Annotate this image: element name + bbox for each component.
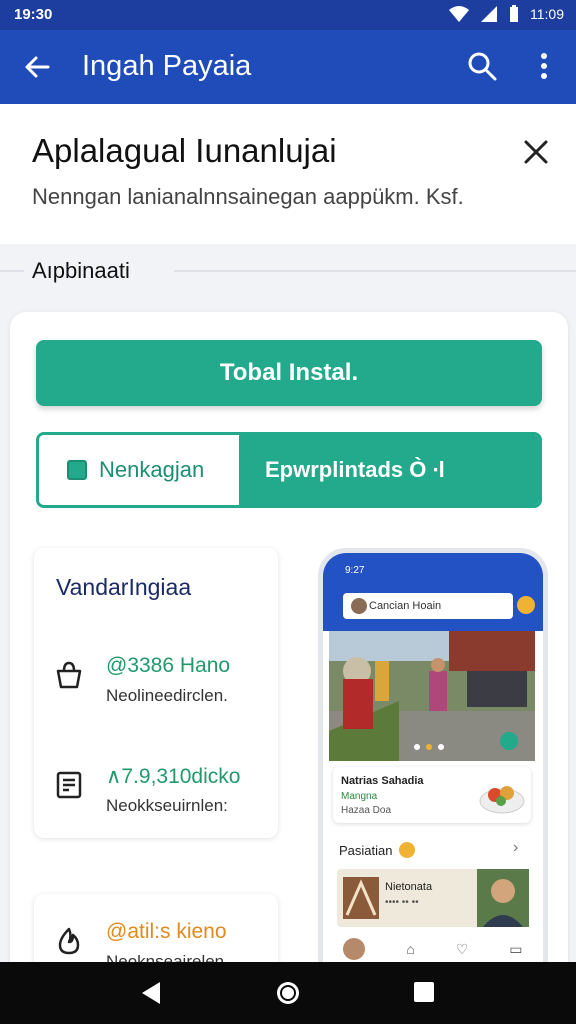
square-icon — [67, 460, 87, 480]
dish-title: Natrias Sahadia — [341, 775, 424, 787]
system-nav-bar — [0, 962, 576, 1024]
tile-title: Nietonata — [385, 881, 433, 893]
heart-icon[interactable]: ♡ — [456, 941, 469, 958]
sheet-title: Aplalagual Iunanlujai — [32, 132, 337, 169]
status-time: 19:30 — [14, 6, 53, 23]
nav-home-icon[interactable] — [275, 980, 301, 1006]
phone-section-title: Pasiatian — [339, 843, 393, 858]
sheet-header: Aplalagual Iunanlujai Nenngan lanianalnn… — [0, 104, 576, 244]
tile-portrait — [477, 869, 529, 927]
info-row-value: @3386 Hano — [106, 654, 231, 677]
phone-search-text: Cancian Hoain — [369, 600, 442, 612]
tile-thumbnail — [343, 877, 379, 919]
info-row-value: @atil:s kieno — [106, 920, 227, 943]
info-row-label: Neokkseuirnlen: — [106, 796, 228, 815]
more-vert-icon[interactable] — [534, 50, 554, 82]
status-icons: 11:09 — [448, 5, 564, 23]
avatar — [351, 598, 367, 614]
phone-tile[interactable]: Nietonata •••• •• •• — [337, 869, 529, 927]
close-icon[interactable] — [522, 138, 550, 166]
battery-icon — [510, 5, 518, 22]
receipt-icon — [56, 771, 82, 799]
info-row-label: Neolineedirclen. — [106, 686, 228, 705]
section-label: Aıpbinaati — [32, 258, 130, 283]
flame-icon — [58, 927, 80, 955]
phone-badge — [517, 596, 535, 614]
home-icon[interactable]: ⌂ — [406, 941, 414, 957]
hero-photo — [329, 631, 535, 761]
phone-search: Cancian Hoain — [343, 593, 513, 619]
tile-meta: •••• •• •• — [385, 897, 419, 908]
sheet-subtitle: Nenngan lanianalnnsainegan aappükm. Ksf. — [32, 184, 464, 209]
info-card: VandarIngiaa @3386 Hano Neolineedirclen.… — [34, 548, 278, 838]
profile-avatar — [343, 938, 366, 960]
segment-right[interactable]: Epwrplintads Ò ∙l — [239, 435, 539, 505]
info-card-title: VandarIngiaa — [56, 574, 192, 600]
install-button[interactable]: Tobal Instal. — [36, 340, 542, 406]
wifi-icon — [449, 6, 469, 22]
card-icon[interactable]: ▭ — [509, 941, 522, 958]
segment-left-label: Nenkagjan — [99, 457, 205, 482]
signal-icon — [481, 6, 497, 22]
info-row[interactable]: @3386 Hano Neolineedirclen. — [54, 650, 274, 720]
nav-recents-icon[interactable] — [412, 980, 436, 1004]
status-bar: 19:30 11:09 — [0, 0, 576, 30]
info-row-value: ∧7.9,310dicko — [106, 765, 241, 788]
phone-header: 9:27 — [323, 553, 543, 631]
back-arrow-icon[interactable] — [22, 52, 52, 82]
phone-section-badge — [399, 842, 415, 858]
app-bar-title: Ingah Payaia — [82, 50, 252, 82]
phone-preview: 9:27 Cancian Hoain Natrias Sahadia Mangn… — [318, 548, 548, 1012]
dish-status: Mangna — [341, 791, 378, 802]
chevron-right-icon[interactable]: › — [513, 839, 518, 857]
status-clock-right: 11:09 — [530, 6, 564, 22]
segment-left[interactable]: Nenkagjan — [39, 435, 239, 505]
phone-time: 9:27 — [345, 565, 365, 576]
dish-meta: Hazaa Doa — [341, 805, 392, 816]
search-icon[interactable] — [466, 50, 498, 82]
nav-back-icon[interactable] — [140, 980, 162, 1006]
install-button-label: Tobal Instal. — [219, 359, 359, 386]
dish-image — [479, 786, 525, 814]
main-card: Tobal Instal. Nenkagjan Epwrplintads Ò ∙… — [10, 312, 568, 1012]
info-row[interactable]: ∧7.9,310dicko Neokkseuirnlen: — [54, 760, 274, 830]
app-bar: Ingah Payaia — [0, 30, 576, 104]
bag-icon — [56, 661, 82, 689]
segment-right-label: Epwrplintads Ò ∙l — [265, 457, 445, 482]
segmented-control: Nenkagjan Epwrplintads Ò ∙l — [36, 432, 542, 508]
dish-card[interactable]: Natrias Sahadia Mangna Hazaa Doa — [333, 767, 531, 823]
